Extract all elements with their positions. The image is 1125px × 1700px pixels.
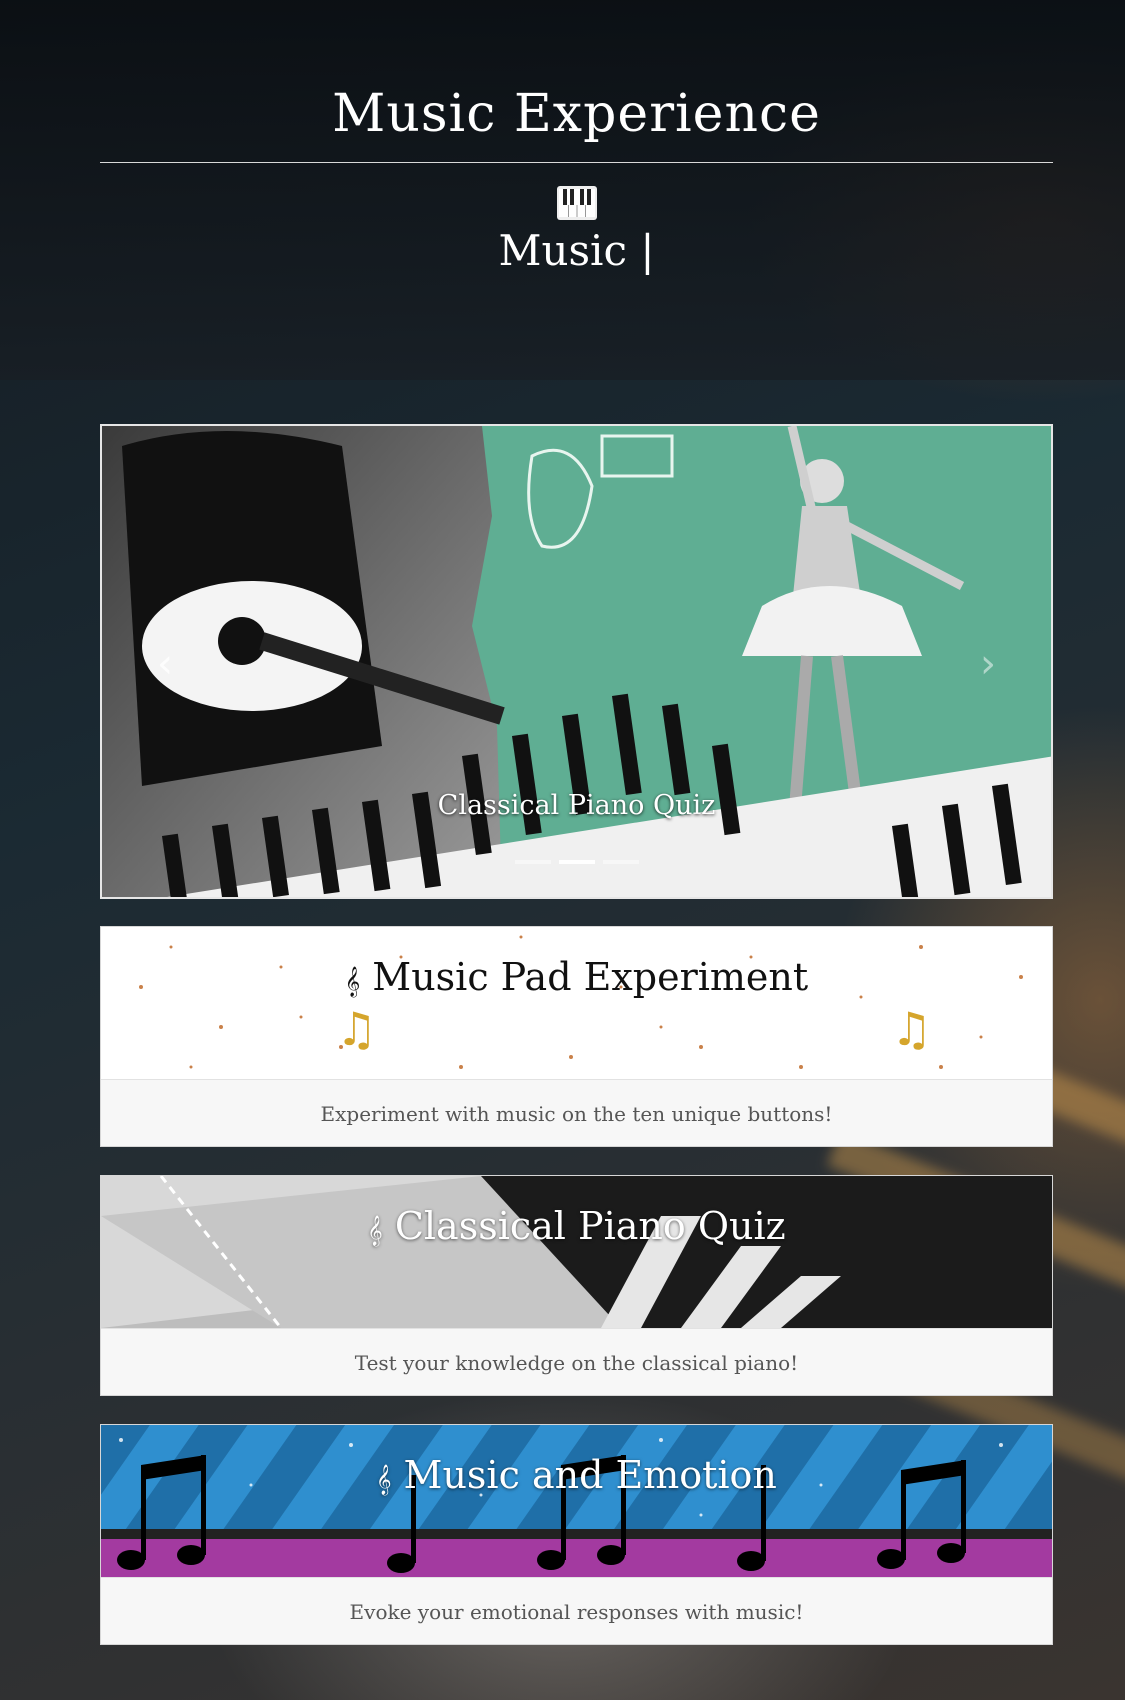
card-title-text: Classical Piano Quiz — [394, 1204, 786, 1248]
treble-clef-icon: 𝄞 — [344, 967, 361, 997]
card-music-pad[interactable]: ♫ ♫ 𝄞 Music Pad Experiment Experiment wi… — [100, 926, 1053, 1147]
treble-clef-icon: 𝄞 — [367, 1216, 383, 1246]
card-music-emotion[interactable]: 𝄞 Music and Emotion Evoke your emotional… — [100, 1424, 1053, 1645]
carousel-indicator[interactable] — [602, 860, 639, 864]
carousel-indicator[interactable] — [558, 860, 595, 864]
card-title[interactable]: 𝄞 Music Pad Experiment — [101, 955, 1052, 999]
card-title-text: Music Pad Experiment — [372, 955, 809, 999]
card-banner: 𝄞 Music and Emotion — [101, 1425, 1052, 1577]
card-description: Test your knowledge on the classical pia… — [101, 1328, 1052, 1395]
chevron-left-icon[interactable]: ‹ — [157, 641, 173, 687]
card-description: Evoke your emotional responses with musi… — [101, 1577, 1052, 1644]
card-title[interactable]: 𝄞 Music and Emotion — [101, 1453, 1052, 1497]
card-piano-quiz[interactable]: 𝄞 Classical Piano Quiz Test your knowled… — [100, 1175, 1053, 1396]
carousel-indicators — [102, 860, 1051, 864]
carousel-indicator[interactable] — [514, 860, 551, 864]
title-divider — [100, 162, 1053, 163]
svg-text:♫: ♫ — [336, 1002, 377, 1056]
site-title: Music Experience — [332, 84, 821, 144]
card-title[interactable]: 𝄞 Classical Piano Quiz — [101, 1204, 1052, 1248]
hero-header: Music Experience Music | — [0, 0, 1125, 380]
card-banner: 𝄞 Classical Piano Quiz — [101, 1176, 1052, 1328]
piano-keys-icon — [557, 186, 597, 220]
chevron-right-icon[interactable]: › — [980, 641, 996, 687]
image-carousel[interactable]: ‹ › Classical Piano Quiz — [100, 424, 1053, 899]
carousel-caption: Classical Piano Quiz — [437, 790, 716, 821]
card-description: Experiment with music on the ten unique … — [101, 1079, 1052, 1146]
treble-clef-icon: 𝄞 — [376, 1465, 392, 1495]
svg-text:♫: ♫ — [891, 1002, 932, 1056]
card-title-text: Music and Emotion — [403, 1453, 777, 1497]
carousel-slide-image — [102, 426, 1051, 897]
confetti-notes-image: ♫ ♫ — [139, 935, 1023, 1069]
typed-subtitle: Music | — [498, 226, 655, 275]
glitter-notes-image — [101, 1425, 1052, 1577]
card-banner: ♫ ♫ 𝄞 Music Pad Experiment — [101, 927, 1052, 1079]
piano-keys-image — [101, 1176, 1052, 1328]
